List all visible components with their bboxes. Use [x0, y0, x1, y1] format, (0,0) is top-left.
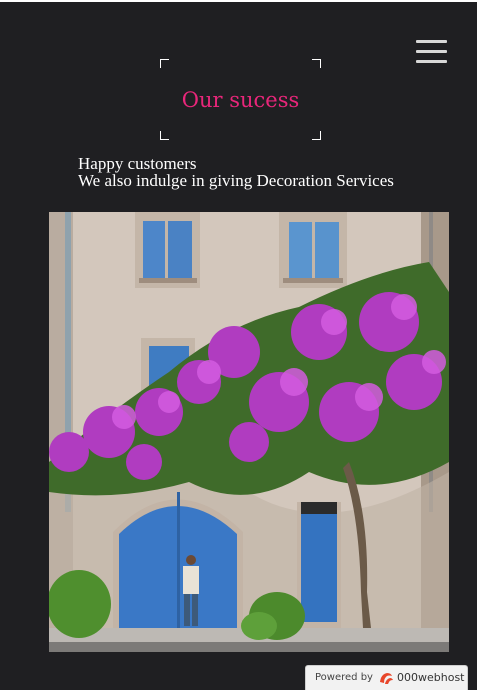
- brand-name: 000webhost: [397, 671, 465, 684]
- frame-corner-bottom-right: [312, 131, 321, 140]
- hamburger-menu-icon[interactable]: [416, 38, 448, 66]
- top-border: [0, 0, 477, 2]
- menu-bar-top: [416, 40, 447, 43]
- section-title: Our sucess: [181, 88, 300, 112]
- subtitle-line-1: Happy customers: [78, 154, 197, 173]
- frame-corner-top-left: [160, 59, 169, 68]
- section-subtitle: Happy customers We also indulge in givin…: [78, 155, 394, 189]
- frame-corner-top-right: [312, 59, 321, 68]
- frame-corner-bottom-left: [160, 131, 169, 140]
- house-with-bougainvillea-image: [49, 212, 449, 652]
- page: Our sucess Happy customers We also indul…: [0, 0, 477, 690]
- 000webhost-logo-icon: [378, 670, 394, 686]
- menu-bar-bottom: [416, 60, 447, 63]
- section-title-frame: Our sucess: [160, 59, 321, 140]
- menu-bar-middle: [416, 50, 447, 53]
- subtitle-line-2: We also indulge in giving Decoration Ser…: [78, 171, 394, 190]
- powered-by-label: Powered by: [315, 672, 373, 683]
- powered-by-badge[interactable]: Powered by 000webhost: [305, 665, 468, 690]
